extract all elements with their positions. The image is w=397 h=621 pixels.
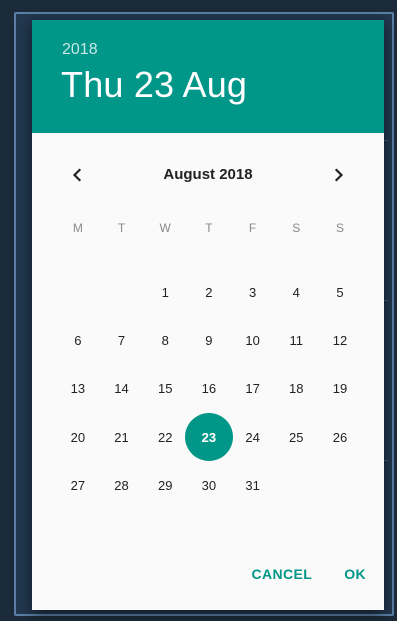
calendar-day[interactable]: 27	[56, 462, 100, 510]
calendar-day-number: 26	[332, 429, 348, 445]
calendar-day[interactable]: 13	[56, 365, 100, 413]
calendar-day-number: 17	[245, 381, 260, 397]
calendar-day[interactable]: 19	[318, 365, 362, 413]
calendar-day-number: 3	[248, 284, 257, 300]
calendar-day[interactable]: 24	[231, 413, 275, 461]
calendar-day-number: 14	[114, 381, 129, 397]
weekday-label: M	[72, 221, 83, 235]
weekday-label: T	[205, 221, 213, 235]
calendar-day-number: 5	[336, 284, 344, 300]
calendar-day[interactable]: 14	[100, 365, 144, 413]
calendar-day-number: 19	[332, 381, 348, 397]
calendar-day[interactable]: 18	[274, 365, 318, 413]
calendar-day[interactable]: 12	[318, 316, 362, 364]
date-picker-header: 2018 Thu 23 Aug	[32, 20, 384, 133]
cancel-button[interactable]: CANCEL	[251, 566, 312, 582]
calendar-day[interactable]: 15	[143, 365, 187, 413]
calendar-day-number: 27	[70, 478, 86, 494]
chevron-right-icon	[334, 168, 344, 182]
calendar-week-row: 6 7 8 9 10 11 12	[56, 316, 362, 364]
calendar-day[interactable]: 30	[187, 462, 231, 510]
calendar-day-number: 11	[289, 332, 304, 348]
ok-button[interactable]: OK	[344, 566, 366, 582]
calendar-day[interactable]: 4	[274, 268, 318, 316]
header-year[interactable]: 2018	[62, 41, 98, 59]
calendar-day-number: 18	[289, 381, 304, 397]
calendar-day-number: 6	[74, 332, 82, 348]
calendar-day-number: 1	[161, 284, 169, 300]
calendar-day[interactable]: 8	[143, 316, 187, 364]
calendar-day[interactable]: 26	[318, 413, 362, 461]
calendar-day[interactable]: 21	[100, 413, 144, 461]
calendar-day[interactable]: 20	[56, 413, 100, 461]
next-month-button[interactable]	[325, 161, 353, 189]
calendar-day[interactable]: 22	[143, 413, 187, 461]
calendar-day-number: 15	[157, 381, 173, 397]
calendar-day[interactable]: 16	[187, 365, 231, 413]
calendar-week-row: 1 2 3 4 5	[56, 268, 362, 316]
date-picker-dialog: 2018 Thu 23 Aug August 2018 M T W T F S …	[32, 20, 384, 610]
calendar-day-number: 22	[157, 429, 173, 445]
calendar-day-number: 9	[205, 332, 213, 348]
weekday-header-row: M T W T F S S	[56, 221, 362, 235]
calendar-day[interactable]: 1	[143, 268, 187, 316]
calendar-day-number: 30	[201, 478, 217, 494]
calendar-day[interactable]: 9	[187, 316, 231, 364]
weekday-label: W	[159, 221, 171, 235]
calendar-day[interactable]: 28	[100, 462, 144, 510]
calendar-day-number: 2	[205, 284, 213, 300]
calendar-day[interactable]: 29	[143, 462, 187, 510]
calendar-day-selected[interactable]: 23	[187, 413, 231, 461]
calendar-day[interactable]: 31	[231, 462, 275, 510]
calendar-day-number: 7	[117, 332, 126, 348]
calendar-day-number: 10	[245, 332, 260, 348]
calendar-day-number: 8	[161, 332, 169, 348]
calendar-day-number: 20	[70, 429, 86, 445]
calendar-day[interactable]: 7	[100, 316, 144, 364]
calendar-day[interactable]: 11	[274, 316, 318, 364]
calendar-day-number: 13	[70, 381, 86, 397]
calendar-day-number: 25	[289, 429, 304, 445]
weekday-label: F	[248, 221, 257, 235]
calendar-day-number: 31	[245, 478, 260, 494]
calendar-day[interactable]: 2	[187, 268, 231, 316]
dialog-actions: CANCEL OK	[251, 566, 366, 582]
calendar-week-row: 20 21 22 23 24 25 26	[56, 413, 362, 461]
calendar-week-row: 13 14 15 16 17 18 19	[56, 365, 362, 413]
calendar-day-number: 29	[157, 478, 173, 494]
header-selected-date[interactable]: Thu 23 Aug	[61, 64, 247, 106]
calendar-day[interactable]: 17	[231, 365, 275, 413]
calendar-day-number: 12	[332, 332, 348, 348]
calendar-day[interactable]: 5	[318, 268, 362, 316]
calendar-day-number: 28	[114, 478, 129, 494]
calendar-day[interactable]: 6	[56, 316, 100, 364]
calendar-day[interactable]: 25	[274, 413, 318, 461]
weekday-label: T	[117, 221, 126, 235]
calendar-day-number: 4	[292, 284, 300, 300]
calendar-day[interactable]: 10	[231, 316, 275, 364]
calendar-day[interactable]: 3	[231, 268, 275, 316]
calendar-day-number: 23	[201, 429, 217, 445]
calendar-day-number: 16	[201, 381, 217, 397]
calendar-day-number: 24	[245, 429, 260, 445]
weekday-label: S	[292, 221, 301, 235]
calendar-day-number: 21	[114, 429, 129, 445]
calendar-week-row: 27 28 29 30 31	[56, 462, 362, 510]
weekday-label: S	[335, 221, 344, 235]
